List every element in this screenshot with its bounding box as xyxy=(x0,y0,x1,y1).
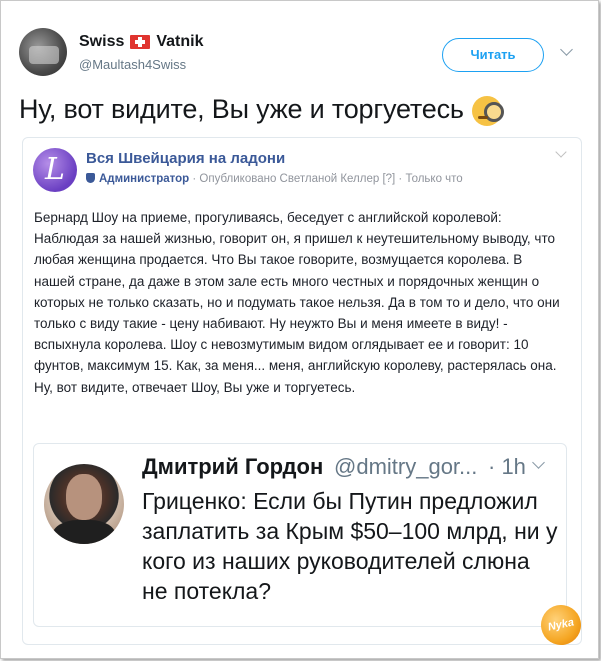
fb-meta-text: · Опубликовано Светланой Келлер [?] · То… xyxy=(192,173,463,185)
tweet-text: Ну, вот видите, Вы уже и торгуетесь xyxy=(19,94,504,126)
user-avatar[interactable] xyxy=(19,28,67,76)
quoted-tweet[interactable]: Дмитрий Гордон @dmitry_gor... · 1h Грице… xyxy=(33,443,567,627)
quoted-avatar[interactable] xyxy=(44,464,124,544)
follow-read-button[interactable]: Читать xyxy=(442,38,544,72)
card-chevron-down-icon[interactable] xyxy=(555,146,567,158)
quoted-handle[interactable]: @dmitry_gor... xyxy=(334,454,477,480)
display-name-left: Swiss xyxy=(79,33,125,50)
quoted-text: Гриценко: Если бы Путин предложил заплат… xyxy=(142,488,558,604)
quoted-time[interactable]: · 1h xyxy=(488,454,526,480)
page-logo-icon[interactable]: L xyxy=(33,148,77,192)
fb-post-body: Бернард Шоу на приеме, прогуливаясь, бес… xyxy=(34,210,560,395)
admin-shield-icon xyxy=(86,173,95,183)
display-name[interactable]: Swiss Vatnik xyxy=(79,33,204,51)
face-with-monocle-emoji xyxy=(471,95,504,126)
swiss-flag-icon xyxy=(130,35,151,49)
fb-page-title[interactable]: Вся Швейцария на ладони xyxy=(86,150,285,167)
quoted-chevron-down-icon[interactable] xyxy=(532,456,545,469)
embedded-facebook-post[interactable]: L Вся Швейцария на ладони Администратор … xyxy=(22,137,582,645)
fb-post-meta: Администратор · Опубликовано Светланой К… xyxy=(86,173,463,185)
tweet-text-content: Ну, вот видите, Вы уже и торгуетесь xyxy=(19,94,464,124)
user-handle[interactable]: @Maultash4Swiss xyxy=(79,57,186,72)
screenshot-frame: Swiss Vatnik @Maultash4Swiss Читать Ну, … xyxy=(0,0,599,659)
quoted-name[interactable]: Дмитрий Гордон xyxy=(142,454,323,480)
fb-role: Администратор xyxy=(99,173,190,185)
chevron-down-icon[interactable] xyxy=(560,43,573,56)
display-name-right: Vatnik xyxy=(156,33,204,50)
